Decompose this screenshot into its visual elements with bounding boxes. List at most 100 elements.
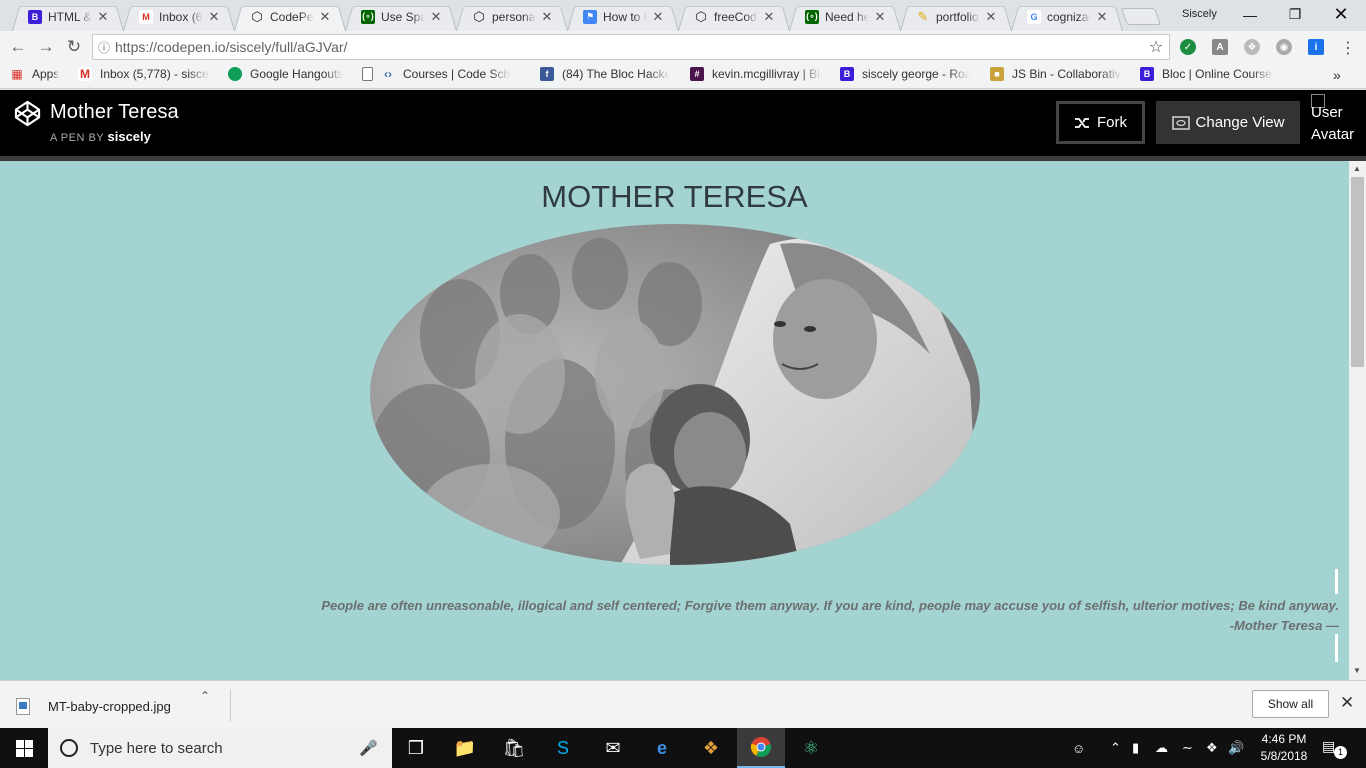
browser-tab[interactable]: ⚑ How to Us ✕ bbox=[573, 2, 673, 31]
download-item[interactable]: MT-baby-cropped.jpg bbox=[16, 691, 228, 721]
microphone-icon[interactable]: 🎤 bbox=[359, 739, 378, 757]
bookmark-roadmap[interactable]: B siscely george - Roadmap bbox=[840, 67, 970, 81]
browser-tab[interactable]: (∘) Use Spans ✕ bbox=[351, 2, 451, 31]
extension-info-icon[interactable]: i bbox=[1308, 39, 1324, 55]
pen-by-label: A PEN BY bbox=[50, 132, 104, 144]
change-view-label: Change View bbox=[1195, 114, 1285, 131]
browser-tab[interactable]: B HTML & CSS ✕ bbox=[18, 2, 118, 31]
edge-icon[interactable]: e bbox=[638, 728, 686, 768]
tab-title: personalP bbox=[492, 9, 536, 24]
bookmark-apps[interactable]: ▦ Apps bbox=[10, 67, 59, 81]
site-info-icon[interactable]: ⓘ bbox=[93, 39, 115, 56]
close-window-icon[interactable]: ✕ bbox=[1318, 0, 1364, 29]
new-tab-button[interactable] bbox=[1120, 8, 1162, 25]
tab-close-icon[interactable]: ✕ bbox=[984, 9, 998, 25]
bookmark-gmail[interactable]: M Inbox (5,778) - siscely bbox=[78, 67, 210, 81]
forward-icon[interactable]: → bbox=[32, 37, 60, 57]
url-text[interactable]: https://codepen.io/siscely/full/aGJVar/ bbox=[115, 39, 1143, 55]
bookmark-hangouts[interactable]: Google Hangouts bbox=[228, 67, 343, 81]
tab-close-icon[interactable]: ✕ bbox=[873, 9, 887, 25]
sourcetree-icon[interactable]: ❖ bbox=[687, 728, 735, 768]
tab-close-icon[interactable]: ✕ bbox=[651, 9, 665, 25]
tab-favicon-icon: (∘) bbox=[361, 9, 375, 24]
tab-favicon-icon: ⬡ bbox=[473, 8, 485, 24]
dropbox-icon[interactable]: ❖ bbox=[1206, 728, 1218, 768]
maximize-icon[interactable]: ❐ bbox=[1272, 0, 1318, 29]
file-explorer-icon[interactable]: 📁 bbox=[441, 728, 489, 768]
page-icon bbox=[362, 67, 373, 81]
extension-dropbox-icon[interactable]: ❖ bbox=[1244, 39, 1260, 55]
browser-tab[interactable]: (∘) Need help ✕ bbox=[795, 2, 895, 31]
avatar-alt-text: User Avatar bbox=[1311, 104, 1355, 143]
task-view-icon[interactable]: ❒ bbox=[392, 728, 440, 768]
tab-title: freeCodeC bbox=[714, 9, 758, 24]
fork-button[interactable]: Fork bbox=[1056, 101, 1145, 144]
volume-icon[interactable]: 🔊 bbox=[1228, 728, 1244, 768]
close-downloads-icon[interactable]: ✕ bbox=[1340, 693, 1354, 713]
battery-icon[interactable]: ▮ bbox=[1132, 728, 1139, 768]
tab-title: cognizant bbox=[1047, 9, 1091, 24]
extension-angular-icon[interactable]: A bbox=[1212, 39, 1228, 55]
search-placeholder: Type here to search bbox=[90, 739, 223, 757]
downloads-bar: MT-baby-cropped.jpg ⌃ Show all ✕ bbox=[0, 680, 1366, 728]
more-bookmarks-icon[interactable]: » bbox=[1333, 67, 1341, 83]
profile-button[interactable]: Siscely bbox=[1182, 8, 1217, 20]
pen-author-link[interactable]: siscely bbox=[108, 129, 151, 144]
browser-tab[interactable]: ⬡ CodePen ✕ bbox=[240, 2, 340, 31]
mail-icon[interactable]: ✉ bbox=[589, 728, 637, 768]
extension-check-icon[interactable]: ✓ bbox=[1180, 39, 1196, 55]
pen-preview: MOTHER TERESA People are often unreasona… bbox=[0, 161, 1349, 680]
taskbar-search[interactable]: Type here to search 🎤 bbox=[48, 728, 392, 768]
user-avatar[interactable]: User Avatar bbox=[1311, 94, 1361, 146]
start-button[interactable] bbox=[0, 728, 48, 768]
tab-favicon-icon: ✎ bbox=[917, 8, 929, 24]
bookmark-kevin[interactable]: # kevin.mcgillivray | Bloc bbox=[690, 67, 822, 81]
back-icon[interactable]: ← bbox=[4, 37, 32, 57]
scrollbar-thumb[interactable] bbox=[1351, 177, 1364, 367]
jsbin-icon: ■ bbox=[990, 67, 1004, 81]
tab-close-icon[interactable]: ✕ bbox=[318, 9, 332, 25]
wifi-icon[interactable]: ∼ bbox=[1182, 728, 1193, 768]
scroll-down-icon[interactable]: ▼ bbox=[1353, 666, 1361, 675]
pen-title: Mother Teresa bbox=[50, 101, 179, 123]
tab-close-icon[interactable]: ✕ bbox=[96, 9, 110, 25]
browser-tab[interactable]: ✎ portfolio ✕ bbox=[906, 2, 1006, 31]
store-icon[interactable]: 🛍 bbox=[490, 728, 538, 768]
onedrive-icon[interactable]: ☁ bbox=[1155, 728, 1168, 768]
browser-tab[interactable]: ⬡ freeCodeC ✕ bbox=[684, 2, 784, 31]
codepen-logo-icon[interactable] bbox=[14, 100, 41, 127]
browser-tab[interactable]: M Inbox (6,8 ✕ bbox=[129, 2, 229, 31]
address-bar[interactable]: ⓘ https://codepen.io/siscely/full/aGJVar… bbox=[92, 34, 1170, 60]
change-view-button[interactable]: Change View bbox=[1156, 101, 1300, 144]
chrome-menu-icon[interactable]: ⋮ bbox=[1340, 38, 1356, 58]
bookmark-bloc-courses[interactable]: B Bloc | Online Courses bbox=[1140, 67, 1274, 81]
tab-close-icon[interactable]: ✕ bbox=[207, 9, 221, 25]
bookmark-bloc-hackers[interactable]: f (84) The Bloc Hackers bbox=[540, 67, 670, 81]
chevron-up-icon[interactable]: ⌃ bbox=[200, 689, 210, 703]
show-hidden-icons[interactable]: ⌃ bbox=[1110, 728, 1121, 768]
bookmark-star-icon[interactable]: ☆ bbox=[1143, 37, 1169, 57]
action-center-icon[interactable]: ▤ 1 bbox=[1322, 738, 1347, 759]
tab-close-icon[interactable]: ✕ bbox=[1095, 9, 1109, 25]
quote-text: People are often unreasonable, illogical… bbox=[321, 598, 1339, 613]
show-all-button[interactable]: Show all bbox=[1252, 690, 1329, 718]
bookmark-label: JS Bin - Collaborative bbox=[1012, 67, 1122, 81]
reload-icon[interactable]: ↻ bbox=[60, 37, 88, 57]
system-clock[interactable]: 4:46 PM 5/8/2018 bbox=[1254, 731, 1314, 765]
scroll-up-icon[interactable]: ▲ bbox=[1353, 164, 1361, 173]
bookmark-jsbin[interactable]: ■ JS Bin - Collaborative bbox=[990, 67, 1122, 81]
tab-close-icon[interactable]: ✕ bbox=[762, 9, 776, 25]
atom-icon[interactable]: ⚛ bbox=[787, 728, 835, 768]
bookmark-code-school-folder[interactable]: ‹› Courses | Code School bbox=[362, 67, 511, 81]
people-icon[interactable]: ☺ bbox=[1072, 728, 1085, 768]
bookmark-label: siscely george - Roadmap bbox=[862, 67, 970, 81]
browser-tab[interactable]: ⬡ personalP ✕ bbox=[462, 2, 562, 31]
page-scrollbar[interactable]: ▲ ▼ bbox=[1349, 161, 1366, 680]
extension-globe-icon[interactable]: ◉ bbox=[1276, 39, 1292, 55]
minimize-icon[interactable]: — bbox=[1227, 0, 1273, 29]
tab-close-icon[interactable]: ✕ bbox=[429, 9, 443, 25]
browser-tab[interactable]: Gcognizant ✕ bbox=[1017, 2, 1117, 31]
skype-icon[interactable]: S bbox=[539, 728, 587, 768]
chrome-taskbar-icon[interactable] bbox=[737, 728, 785, 768]
tab-close-icon[interactable]: ✕ bbox=[540, 9, 554, 25]
